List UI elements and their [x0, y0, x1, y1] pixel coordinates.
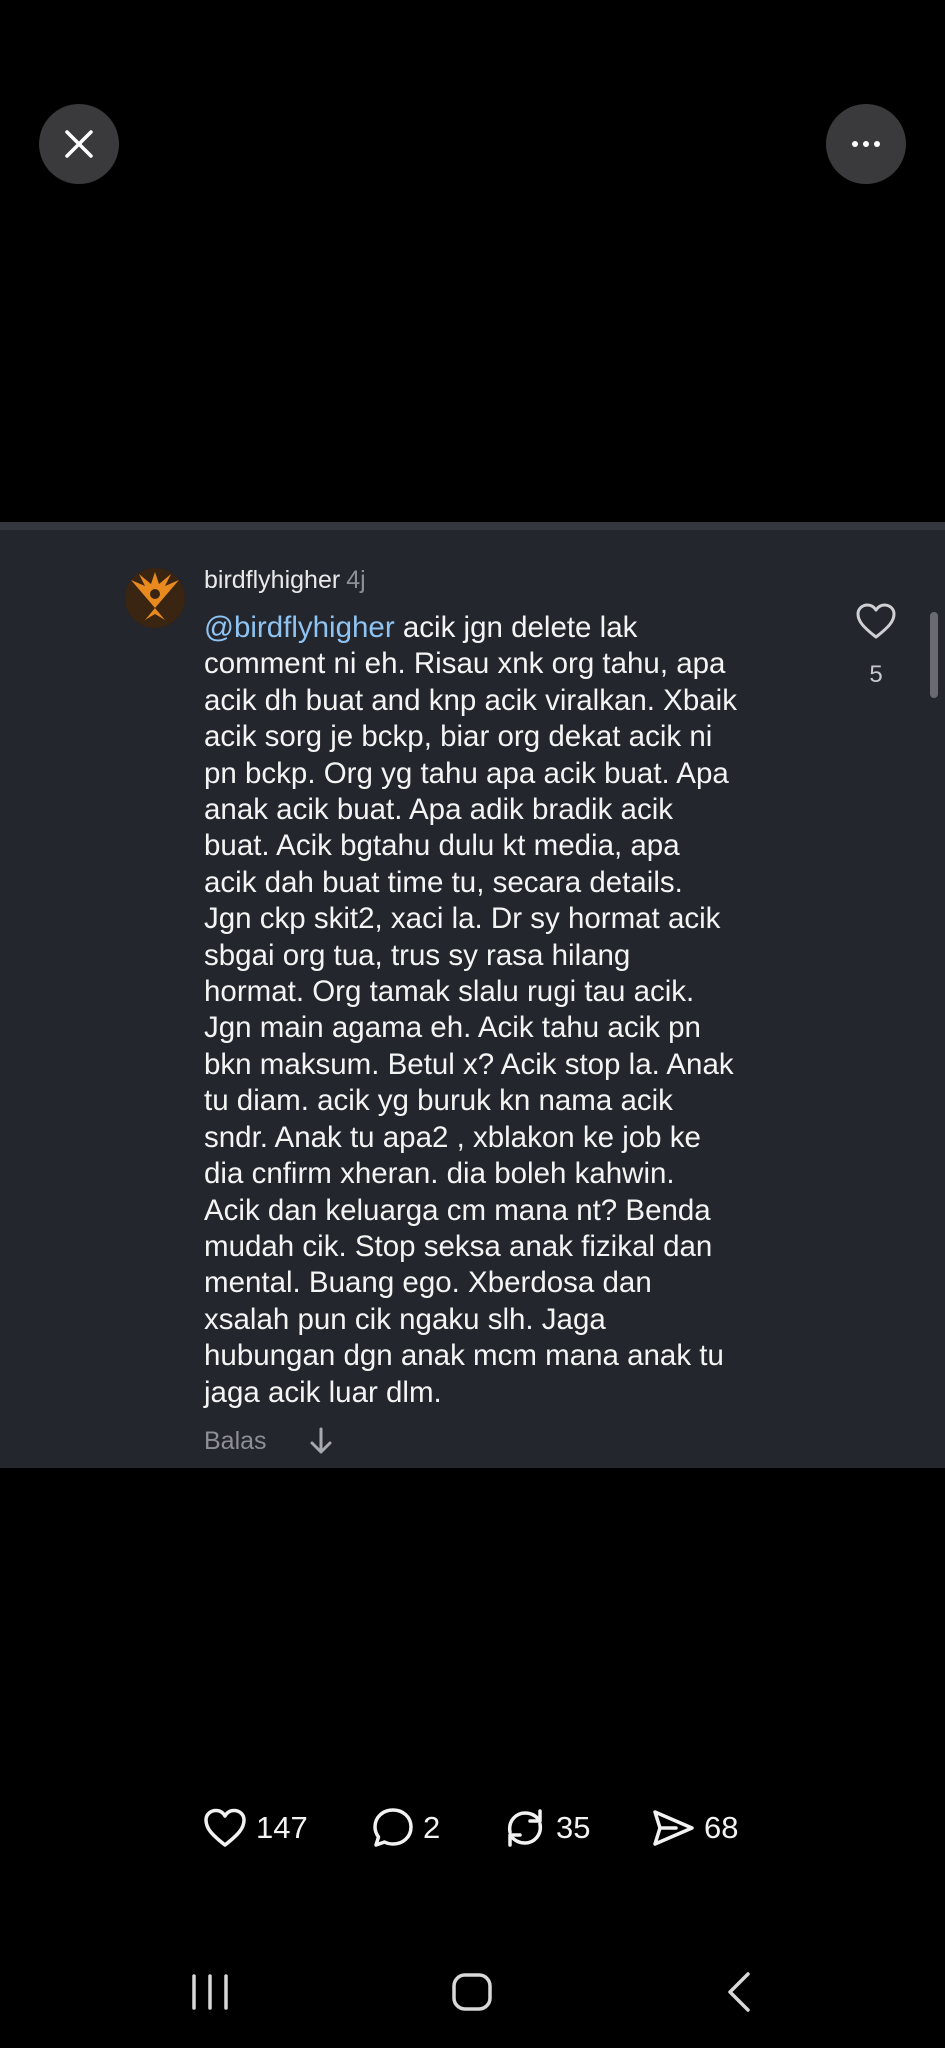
- comment-text: @birdflyhigher acik jgn delete lak comme…: [204, 610, 824, 1411]
- comment-time: 4j: [346, 566, 366, 594]
- reply-row: Balas: [204, 1426, 333, 1456]
- repost-button[interactable]: 35: [502, 1800, 590, 1856]
- system-nav-bar: [0, 1960, 945, 2024]
- recents-icon: [192, 1974, 228, 2010]
- comment-body: acik jgn delete lak comment ni eh. Risau…: [204, 611, 737, 1409]
- scrollbar[interactable]: [930, 612, 938, 698]
- avatar[interactable]: [125, 568, 185, 628]
- back-button[interactable]: [724, 1970, 754, 2019]
- comment-card: birdflyhigher 4j @birdflyhigher acik jgn …: [0, 522, 945, 1468]
- username[interactable]: birdflyhigher: [204, 566, 340, 594]
- avatar-bird-icon: [125, 568, 185, 628]
- send-icon: [653, 1810, 694, 1846]
- close-button[interactable]: [39, 104, 119, 184]
- comment-button[interactable]: 2: [371, 1800, 440, 1856]
- mention-link[interactable]: @birdflyhigher: [204, 611, 395, 644]
- comment-like: 5: [854, 602, 898, 689]
- home-icon: [452, 1973, 492, 2011]
- reply-button[interactable]: Balas: [204, 1427, 267, 1456]
- comment-count: 2: [423, 1810, 441, 1845]
- comment-like-count: 5: [869, 661, 883, 688]
- repost-icon: [507, 1809, 543, 1847]
- arrow-down-icon[interactable]: [309, 1426, 333, 1456]
- action-bar: 147 2 35 68: [0, 1800, 945, 1856]
- comment-header: birdflyhigher 4j: [204, 566, 366, 595]
- more-options-button[interactable]: [826, 104, 906, 184]
- share-count: 68: [704, 1810, 739, 1845]
- back-chevron-icon: [728, 1972, 750, 2012]
- recents-button[interactable]: [188, 1970, 232, 2019]
- like-button[interactable]: 147: [202, 1800, 308, 1856]
- like-count: 147: [256, 1810, 308, 1845]
- close-icon: [65, 130, 93, 158]
- home-button[interactable]: [450, 1970, 494, 2019]
- repost-count: 35: [556, 1810, 591, 1845]
- heart-icon[interactable]: [855, 602, 897, 640]
- comment-bubble-icon: [373, 1808, 413, 1847]
- share-button[interactable]: 68: [650, 1800, 738, 1856]
- heart-icon: [204, 1808, 246, 1847]
- more-horizontal-icon: [852, 141, 880, 147]
